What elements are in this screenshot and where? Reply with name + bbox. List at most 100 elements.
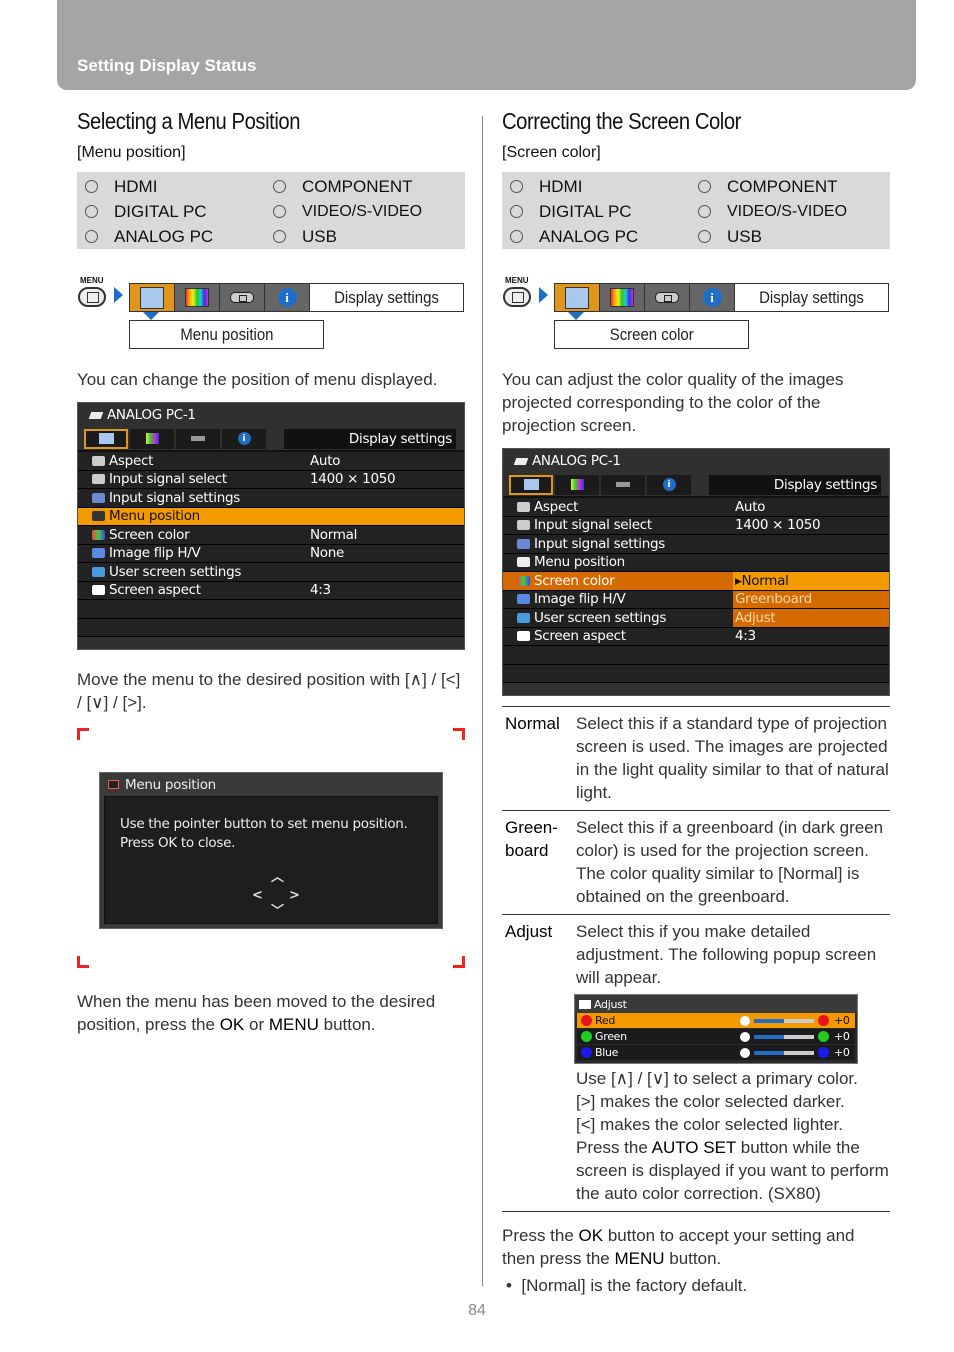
final-text: Press the OK button to accept your setti… <box>502 1226 855 1268</box>
radio-icon <box>698 180 711 193</box>
osd-row-selected: Menu position <box>78 507 464 526</box>
adjust-icon <box>579 999 591 1009</box>
radio-icon <box>85 205 98 218</box>
osd-row: Image flip H/V Greenboard <box>503 590 889 609</box>
final-text: When the menu has been moved to the desi… <box>77 992 436 1034</box>
instruction-text: Move the menu to the desired position wi… <box>77 670 461 712</box>
menu-tabs: i Display settings <box>129 283 464 312</box>
menu-button-icon: MENU <box>77 276 109 310</box>
info-tab-icon: i <box>690 284 735 311</box>
input-analog-pc: ANALOG PC <box>83 224 271 249</box>
input-component: COMPONENT <box>271 174 459 199</box>
menu-position-icon <box>108 780 119 789</box>
input-video: VIDEO/S-VIDEO <box>271 199 459 224</box>
slider <box>754 1018 814 1023</box>
input-hdmi: HDMI <box>83 174 271 199</box>
slider <box>754 1034 814 1039</box>
osd-row-selected: Screen color ▸Normal <box>503 572 889 591</box>
autoset-text: Press the AUTO SET button while the scre… <box>576 1138 889 1203</box>
osd-row: Screen aspect 4:3 <box>503 627 889 646</box>
section-subtitle: [Menu position] <box>77 144 186 161</box>
osd-row: Input signal settings <box>503 535 889 554</box>
radio-icon <box>698 230 711 243</box>
section-title: Setting Display Status <box>77 56 257 75</box>
osd-row: Aspect Auto <box>78 452 464 471</box>
display-tab-icon <box>130 284 175 311</box>
arrow-left-icon: < <box>252 888 263 903</box>
page-number: 84 <box>468 1302 486 1319</box>
osd-row: Screen color Normal <box>78 526 464 545</box>
pc-icon <box>88 411 104 419</box>
column-divider <box>482 116 483 1286</box>
radio-icon <box>273 230 286 243</box>
corner-marker <box>77 956 89 968</box>
osd-row: Image flip H/V None <box>78 544 464 563</box>
input-video: VIDEO/S-VIDEO <box>696 199 884 224</box>
image-tab-icon <box>175 284 220 311</box>
green-dot-icon <box>581 1031 592 1042</box>
image-tab-icon <box>600 284 645 311</box>
red-dot-icon <box>581 1015 592 1026</box>
osd-row: Input signal settings <box>78 489 464 508</box>
input-usb: USB <box>696 224 884 249</box>
submenu-label: Menu position <box>129 320 324 349</box>
projector-tab-icon <box>220 284 265 311</box>
screen-frame: Menu position Use the pointer button to … <box>77 728 465 968</box>
menu-position-dialog: Menu position Use the pointer button to … <box>99 772 443 929</box>
screen-color-section: Correcting the Screen Color [Screen colo… <box>502 108 890 1296</box>
section-heading: Selecting a Menu Position <box>77 108 301 134</box>
menu-tabs: i Display settings <box>554 283 889 312</box>
tab-label: Display settings <box>744 284 879 311</box>
intro-text: You can change the position of menu disp… <box>77 370 438 389</box>
display-tab-icon <box>555 284 600 311</box>
radio-icon <box>510 205 523 218</box>
radio-icon <box>85 180 98 193</box>
arrow-down-icon <box>143 312 159 320</box>
osd-row: Screen aspect 4:3 <box>78 581 464 600</box>
slider <box>754 1050 814 1055</box>
menu-navigation-path: MENU i Display settings Screen color <box>502 276 890 350</box>
input-hdmi: HDMI <box>508 174 696 199</box>
input-digital-pc: DIGITAL PC <box>83 199 271 224</box>
blue-dot-icon <box>581 1047 592 1058</box>
adjust-popup: Adjust Red +0 Green +0 Blue +0 <box>574 994 858 1064</box>
osd-row: Aspect Auto <box>503 498 889 517</box>
osd-row: Input signal select 1400 × 1050 <box>503 516 889 535</box>
arrow-down-icon: ﹀ <box>271 904 284 919</box>
osd-row: User screen settings <box>78 563 464 582</box>
osd-row: User screen settings Adjust <box>503 609 889 628</box>
input-component: COMPONENT <box>696 174 884 199</box>
option-adjust: Adjust <box>733 609 889 627</box>
option-greenboard: Greenboard <box>733 590 889 608</box>
radio-icon <box>510 230 523 243</box>
radio-icon <box>698 205 711 218</box>
input-usb: USB <box>271 224 459 249</box>
osd-tabs: i Display settings <box>78 427 464 452</box>
radio-icon <box>85 230 98 243</box>
osd-row: Menu position <box>503 553 889 572</box>
section-heading: Correcting the Screen Color <box>502 108 741 134</box>
factory-default-note: • [Normal] is the factory default. <box>506 1276 748 1295</box>
option-normal: ▸Normal <box>733 572 889 590</box>
menu-position-section: Selecting a Menu Position [Menu position… <box>77 108 465 1036</box>
radio-icon <box>273 205 286 218</box>
osd-menu-screenshot: ANALOG PC-1 i Display settings Aspect Aut… <box>77 402 465 650</box>
corner-marker <box>453 728 465 740</box>
osd-source: ANALOG PC-1 <box>503 449 889 473</box>
menu-navigation-path: MENU i Display settings Menu position <box>77 276 465 350</box>
option-row: Green-board Select this if a greenboard … <box>502 811 890 915</box>
arrow-down-icon <box>568 312 584 320</box>
input-source-list: HDMI COMPONENT DIGITAL PC VIDEO/S-VIDEO … <box>502 172 890 249</box>
radio-icon <box>510 180 523 193</box>
corner-marker <box>453 956 465 968</box>
submenu-label: Screen color <box>554 320 749 349</box>
option-row: Adjust Select this if you make detailed … <box>502 915 890 1212</box>
corner-marker <box>77 728 89 740</box>
radio-icon <box>273 180 286 193</box>
options-table: Normal Select this if a standard type of… <box>502 706 890 1212</box>
osd-row: Input signal select 1400 × 1050 <box>78 470 464 489</box>
input-source-list: HDMI COMPONENT DIGITAL PC VIDEO/S-VIDEO … <box>77 172 465 249</box>
arrow-up-icon: ︿ <box>271 870 284 885</box>
adjust-row-blue: Blue +0 <box>577 1045 855 1060</box>
option-row: Normal Select this if a standard type of… <box>502 707 890 811</box>
